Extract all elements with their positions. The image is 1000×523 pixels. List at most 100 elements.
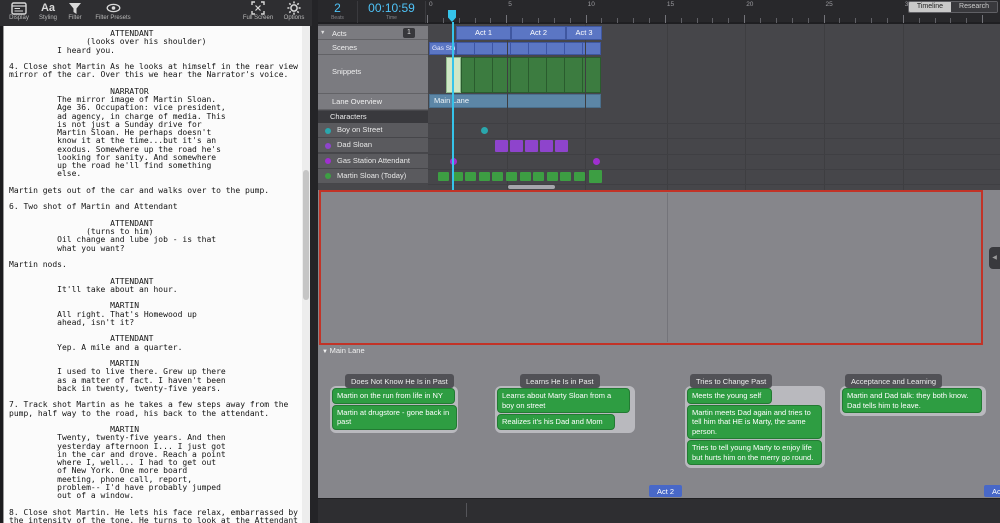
beat-card[interactable]: Martin meets Dad again and tries to tell… [687, 405, 822, 440]
character-presence-block[interactable] [510, 140, 523, 152]
character-color-dot [325, 173, 331, 179]
ruler-tick-label: 10 [588, 1, 595, 8]
ruler-tick [459, 18, 460, 23]
beat-group-header[interactable]: Does Not Know He Is in Past [345, 374, 454, 388]
script-panel[interactable]: ATTENDANT (looks over his shoulder) I he… [3, 26, 310, 523]
character-event-dot[interactable] [481, 127, 488, 134]
ruler-tick [475, 18, 476, 23]
snippet-cell-divider [528, 57, 529, 93]
snippet-highlight-block[interactable] [446, 57, 461, 93]
filter-button[interactable]: Filter [62, 1, 88, 22]
ruler-tick [919, 18, 920, 23]
selection-rectangle [319, 190, 983, 345]
character-presence-block[interactable] [465, 172, 476, 181]
beat-card[interactable]: Learns about Marty Sloan from a boy on s… [497, 388, 630, 413]
character-presence-block[interactable] [555, 140, 568, 152]
beat-group-header[interactable]: Learns He Is in Past [520, 374, 600, 388]
character-presence-block[interactable] [506, 172, 517, 181]
character-row-separator [428, 123, 1000, 124]
character-presence-block[interactable] [438, 172, 449, 181]
beat-card[interactable]: Martin and Dad talk: they both know. Dad… [842, 388, 982, 413]
sidebar-item-character[interactable]: Dad Sloan [318, 138, 428, 153]
character-name: Dad Sloan [337, 140, 372, 149]
character-presence-block[interactable] [520, 172, 531, 181]
ruler-tick-label: 20 [746, 1, 753, 8]
tab-timeline[interactable]: Timeline [909, 2, 951, 12]
character-presence-block[interactable] [533, 172, 544, 181]
character-color-dot [325, 128, 331, 134]
script-scroll-thumb[interactable] [303, 170, 309, 300]
options-button[interactable]: Options [279, 1, 309, 22]
snippet-cell-divider [582, 57, 583, 93]
scene-cell-divider [474, 42, 475, 55]
character-presence-block[interactable] [492, 172, 503, 181]
character-presence-block-large[interactable] [589, 170, 602, 183]
ruler-tick [617, 18, 618, 23]
sidebar-item-snippets[interactable]: Snippets [318, 55, 428, 94]
ruler-tick [776, 18, 777, 23]
lane-overview-bar[interactable]: Main Lane [429, 94, 601, 108]
beat-card[interactable]: Realizes it's his Dad and Mom [497, 414, 615, 430]
panel-collapse-handle[interactable]: ◀ [989, 247, 1000, 269]
playhead-line[interactable] [452, 22, 454, 190]
character-presence-block[interactable] [540, 140, 553, 152]
beat-card[interactable]: Tries to tell young Marty to enjoy life … [687, 440, 822, 465]
styling-button[interactable]: Aa Styling [34, 1, 62, 22]
beat-card[interactable]: Meets the young self [687, 388, 772, 404]
acts-disclosure-icon[interactable]: ▼ [320, 30, 325, 36]
sidebar-item-character[interactable]: Gas Station Attendant [318, 154, 428, 169]
act-block[interactable]: Act 2 [511, 26, 566, 40]
character-presence-block[interactable] [560, 172, 571, 181]
acts-count-badge: 1 [403, 28, 415, 38]
ruler-tick [792, 18, 793, 23]
sidebar-item-character[interactable]: Martin Sloan (Today) [318, 169, 428, 184]
ruler-tick-label: 15 [667, 1, 674, 8]
snippet-cell-divider [564, 57, 565, 93]
main-lane-header[interactable]: ▼ Main Lane [322, 346, 365, 355]
character-row-separator [428, 169, 1000, 170]
snippet-cell-divider [546, 57, 547, 93]
character-color-dot [325, 158, 331, 164]
timeline-scroll-thumb[interactable] [508, 185, 555, 189]
timeline-gridline [507, 24, 508, 190]
characters-section-header[interactable]: ▼ Characters [318, 111, 428, 123]
filter-presets-button[interactable]: Filter Presets [90, 1, 136, 22]
sidebar-item-scenes[interactable]: Scenes [318, 40, 428, 55]
act3-marker[interactable]: Act 3 [984, 485, 1000, 497]
ruler-tick [839, 18, 840, 23]
beat-group-header[interactable]: Tries to Change Past [690, 374, 772, 388]
beat-group-header[interactable]: Acceptance and Learning [845, 374, 942, 388]
display-label: Display [9, 15, 29, 22]
character-presence-block[interactable] [495, 140, 508, 152]
ruler-tick [887, 18, 888, 23]
scene-cell-divider [510, 42, 511, 55]
eye-icon [106, 1, 121, 15]
character-presence-block[interactable] [547, 172, 558, 181]
ruler-tick [554, 18, 555, 23]
main-lane-disclosure-icon[interactable]: ▼ [322, 349, 330, 355]
character-presence-block[interactable] [479, 172, 490, 181]
beat-card[interactable]: Martin at drugstore - gone back in past [332, 405, 457, 430]
ruler-tick [712, 18, 713, 23]
sidebar-item-character[interactable]: Boy on Street [318, 123, 428, 138]
snippets-track-bar[interactable] [461, 57, 601, 93]
sidebar-item-lane-overview[interactable]: Lane Overview [318, 94, 428, 110]
timeline-gridline [903, 24, 904, 190]
beat-card[interactable]: Martin on the run from life in NY [332, 388, 455, 404]
act-block[interactable]: Act 1 [456, 26, 511, 40]
ruler-tick-label: 25 [826, 1, 833, 8]
character-presence-block[interactable] [525, 140, 538, 152]
character-presence-block[interactable] [574, 172, 585, 181]
act2-marker[interactable]: Act 2 [649, 485, 682, 497]
ruler-tick [808, 18, 809, 23]
character-event-dot[interactable] [593, 158, 600, 165]
act-block[interactable]: Act 3 [566, 26, 602, 40]
ruler-tick [681, 18, 682, 23]
styling-icon: Aa [41, 1, 55, 15]
snippet-cell-divider [510, 57, 511, 93]
tab-research[interactable]: Research [951, 2, 997, 12]
timeline-gridline [745, 24, 746, 190]
display-button[interactable]: Display [4, 1, 34, 22]
fullscreen-button[interactable]: Full Screen [237, 1, 279, 22]
scene-cell-divider [582, 42, 583, 55]
